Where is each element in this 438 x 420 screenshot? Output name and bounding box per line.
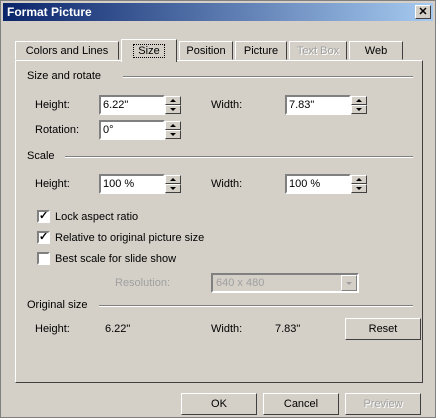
spin-up-button[interactable]	[165, 175, 181, 184]
width-input[interactable]: 7.83"	[285, 95, 351, 115]
original-height-label: Height:	[35, 323, 70, 335]
tab-label: Picture	[243, 45, 279, 57]
triangle-down-icon	[170, 187, 176, 190]
tab-label: Colors and Lines	[25, 45, 109, 57]
rotation-spin-arrows	[165, 121, 181, 139]
tab-colors-and-lines[interactable]: Colors and Lines	[15, 41, 119, 60]
spin-up-button[interactable]	[165, 96, 181, 105]
scale-width-spin-arrows	[351, 175, 367, 193]
height-input[interactable]: 6.22"	[99, 95, 165, 115]
triangle-down-icon	[170, 133, 176, 136]
scale-width-input[interactable]: 100 %	[285, 174, 351, 194]
rotation-input[interactable]: 0°	[99, 120, 165, 140]
dropdown-button[interactable]	[341, 275, 357, 291]
check-icon: ✓	[39, 210, 49, 222]
height-label: Height:	[35, 99, 70, 111]
check-icon: ✓	[39, 231, 49, 243]
original-height-value: 6.22"	[105, 323, 131, 335]
rotation-label: Rotation:	[35, 124, 80, 136]
cancel-button[interactable]: Cancel	[263, 393, 339, 415]
spin-down-button[interactable]	[351, 105, 367, 114]
spin-down-button[interactable]	[351, 184, 367, 193]
spin-up-button[interactable]	[351, 96, 367, 105]
close-icon: ✕	[418, 6, 428, 18]
chevron-down-icon	[346, 282, 352, 285]
triangle-down-icon	[170, 108, 176, 111]
triangle-down-icon	[356, 108, 362, 111]
scale-height-input[interactable]: 100 %	[99, 174, 165, 194]
tab-text-box[interactable]: Text Box	[289, 41, 347, 60]
checkbox-label: Lock aspect ratio	[55, 211, 139, 223]
tab-size[interactable]: Size	[121, 39, 177, 62]
spin-up-button[interactable]	[351, 175, 367, 184]
original-width-label: Width:	[211, 323, 243, 335]
scale-section-label: Scale	[27, 150, 55, 162]
checkbox-label: Relative to original picture size	[55, 232, 205, 244]
checkbox-box[interactable]: ✓	[37, 231, 50, 244]
resolution-value: 640 x 480	[216, 277, 265, 289]
size-rotate-section-label: Size and rotate	[27, 70, 101, 82]
original-width-value: 7.83"	[275, 323, 301, 335]
tab-label: Text Box	[296, 45, 340, 57]
width-spinner[interactable]: 7.83"	[285, 95, 369, 115]
section-divider	[123, 76, 413, 78]
title-bar[interactable]: Format Picture ✕	[3, 3, 433, 21]
width-spin-arrows	[351, 96, 367, 114]
section-divider	[99, 305, 413, 307]
tab-web[interactable]: Web	[349, 41, 403, 60]
checkbox-box[interactable]: ✓	[37, 210, 50, 223]
height-spinner[interactable]: 6.22"	[99, 95, 183, 115]
tab-position[interactable]: Position	[179, 41, 233, 60]
tab-label: Size	[133, 44, 165, 58]
close-button[interactable]: ✕	[415, 5, 431, 19]
preview-button[interactable]: Preview	[345, 393, 421, 415]
format-picture-dialog: Format Picture ✕ Colors and Lines Size P…	[0, 0, 436, 418]
scale-height-label: Height:	[35, 178, 70, 190]
ok-button[interactable]: OK	[181, 393, 257, 415]
tab-label: Web	[364, 45, 388, 57]
height-spin-arrows	[165, 96, 181, 114]
resolution-select[interactable]: 640 x 480	[211, 273, 359, 293]
original-size-section-label: Original size	[27, 299, 88, 311]
triangle-up-icon	[170, 124, 176, 127]
checkbox-box[interactable]	[37, 252, 50, 265]
dialog-title: Format Picture	[7, 5, 92, 19]
scale-width-label: Width:	[211, 178, 243, 190]
resolution-label: Resolution:	[115, 277, 171, 289]
triangle-up-icon	[170, 178, 176, 181]
scale-width-spinner[interactable]: 100 %	[285, 174, 369, 194]
reset-button[interactable]: Reset	[345, 318, 421, 340]
scale-height-spin-arrows	[165, 175, 181, 193]
width-label: Width:	[211, 99, 243, 111]
triangle-up-icon	[356, 99, 362, 102]
rotation-spinner[interactable]: 0°	[99, 120, 183, 140]
spin-down-button[interactable]	[165, 105, 181, 114]
triangle-up-icon	[170, 99, 176, 102]
triangle-down-icon	[356, 187, 362, 190]
section-divider	[65, 156, 413, 158]
checkbox-label: Best scale for slide show	[55, 253, 177, 265]
tab-picture[interactable]: Picture	[235, 41, 287, 60]
tab-label: Position	[186, 45, 226, 57]
scale-height-spinner[interactable]: 100 %	[99, 174, 183, 194]
spin-down-button[interactable]	[165, 184, 181, 193]
triangle-up-icon	[356, 178, 362, 181]
spin-up-button[interactable]	[165, 121, 181, 130]
spin-down-button[interactable]	[165, 130, 181, 139]
